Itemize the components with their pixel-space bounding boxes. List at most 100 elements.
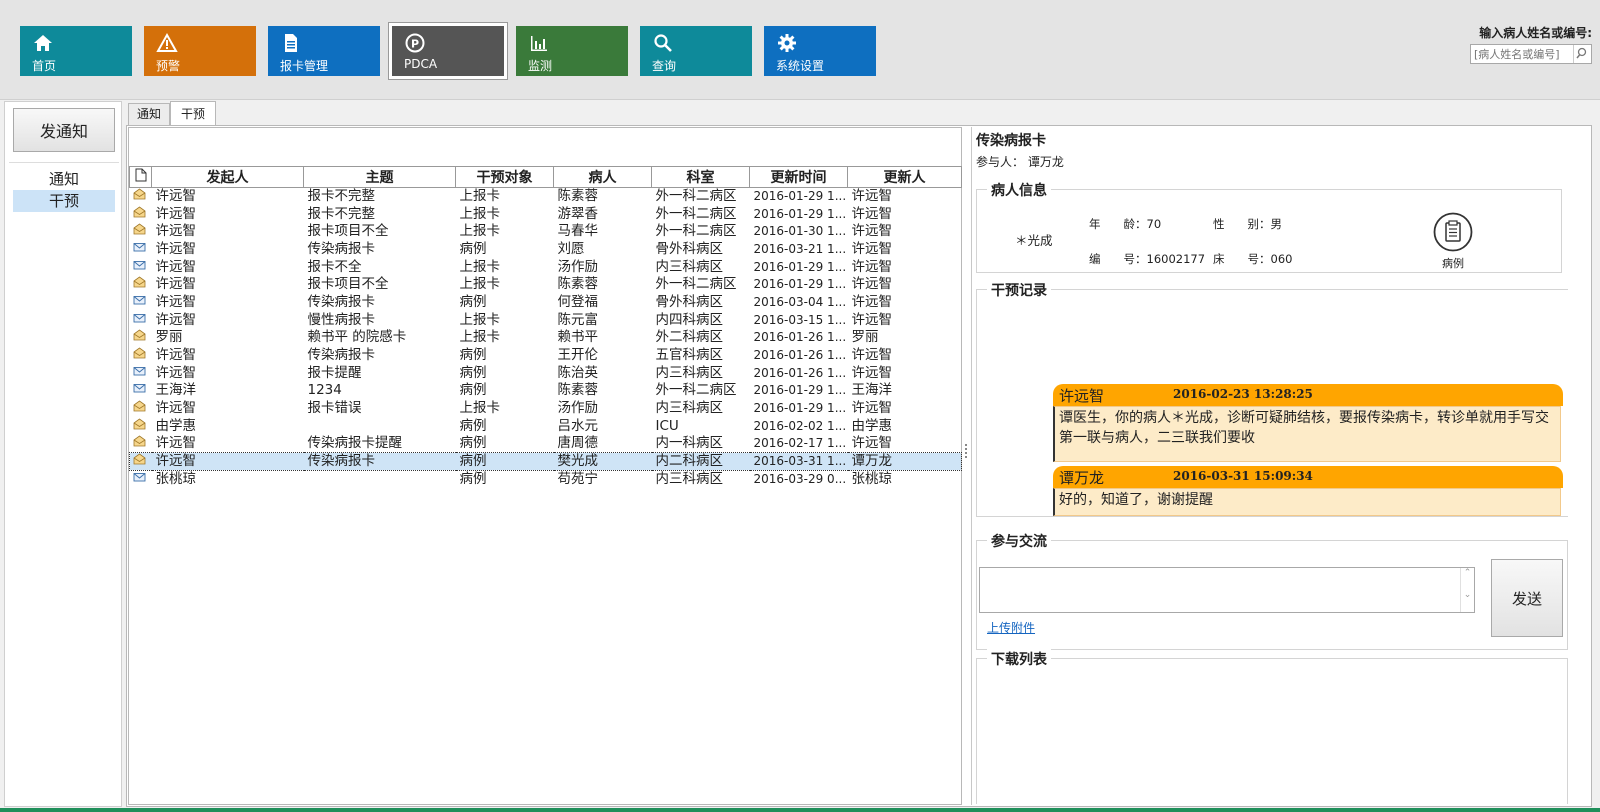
message-input[interactable]: ⌃ ⌄ (979, 567, 1475, 613)
intervention-record-title: 干预记录 (987, 280, 1051, 300)
table-row[interactable]: 许远智 传染病报卡提醒 病例 唐周德 内一科病区 2016-02-17 1... 许远智 (130, 435, 962, 453)
envelope-open-icon (133, 206, 145, 217)
table-row[interactable]: 许远智 报卡错误 上报卡 汤作励 内三科病区 2016-01-29 1... 许远智 (130, 400, 962, 418)
cell-status-icon (130, 364, 152, 382)
column-header-sender[interactable]: 发起人 (151, 166, 304, 188)
message-body: 好的，知道了，谢谢提醒 (1053, 488, 1561, 516)
cell-update-time: 2016-01-29 1... (753, 189, 847, 204)
cell-updater: 由学惠 (851, 417, 893, 434)
cell-sender: 许远智 (155, 400, 197, 417)
cell-subject: 传染病报卡 (307, 293, 376, 310)
send-notice-button[interactable]: 发通知 (13, 108, 115, 152)
table-row[interactable]: 罗丽 赖书平 的院感卡 上报卡 赖书平 外二科病区 2016-01-26 1... 罗丽 (130, 329, 962, 347)
cell-patient: 赖书平 (557, 329, 599, 346)
header-doc-icon-cell[interactable] (129, 166, 152, 188)
cell-target: 上报卡 (459, 311, 501, 328)
detail-title: 传染病报卡 (976, 133, 1046, 149)
table-row[interactable]: 许远智 传染病报卡 病例 王开伦 五官科病区 2016-01-26 1... 许远智 (130, 347, 962, 365)
table-row[interactable]: 许远智 慢性病报卡 上报卡 陈元富 内四科病区 2016-03-15 1... 许远智 (130, 311, 962, 329)
nav-tile-warning[interactable]: 预警 (144, 26, 256, 76)
cell-status-icon (129, 452, 152, 472)
cell-department: 内三科病区 (655, 400, 724, 417)
envelope-open-icon (133, 418, 145, 430)
cell-status-icon (130, 400, 152, 418)
panel-splitter[interactable] (965, 444, 969, 458)
column-header-patient[interactable]: 病人 (553, 166, 652, 188)
cell-target: 上报卡 (459, 205, 501, 222)
cell-status-icon (130, 329, 152, 347)
table-row[interactable]: 许远智 报卡提醒 病例 陈治英 内三科病区 2016-01-26 1... 许远智 (130, 364, 962, 382)
table-row[interactable]: 许远智 传染病报卡 病例 樊光成 内二科病区 2016-03-31 1... 谭万龙 (129, 452, 962, 472)
cell-sender: 许远智 (155, 205, 197, 222)
table-row[interactable]: 王海洋 1234 病例 陈素蓉 外一科二病区 2016-01-29 1... 王海洋 (130, 382, 962, 400)
tab-intervention[interactable]: 干预 (170, 101, 216, 125)
table-row[interactable]: 许远智 报卡项目不全 上报卡 马春华 外一科二病区 2016-01-30 1... 许远智 (130, 223, 962, 241)
message-author: 许远智 (1059, 387, 1105, 405)
nav-tile-report-card[interactable]: 报卡管理 (268, 26, 380, 76)
column-header-updater[interactable]: 更新人 (847, 166, 962, 188)
envelope-icon (133, 260, 145, 270)
nav-tile-settings[interactable]: 系统设置 (764, 26, 876, 76)
cell-update-time: 2016-01-26 1... (753, 348, 847, 363)
cell-department: 五官科病区 (655, 347, 724, 364)
sidebar-item-notice[interactable]: 通知 (13, 168, 115, 190)
table-row[interactable]: 张桃琼 病例 苟苑宁 内三科病区 2016-03-29 0... 张桃琼 (130, 471, 962, 489)
cell-updater: 许远智 (851, 223, 893, 240)
cell-subject: 报卡不完整 (307, 188, 376, 205)
cell-target: 病例 (459, 382, 487, 399)
table-row[interactable]: 由学惠 病例 吕水元 ICU 2016-02-02 1... 由学惠 (130, 417, 962, 435)
message-input-scrollbar[interactable]: ⌃ ⌄ (1460, 568, 1474, 612)
table-row[interactable]: 许远智 报卡不完整 上报卡 陈素蓉 外一科二病区 2016-01-29 1... 许远智 (130, 188, 962, 206)
top-toolbar: 首页 预警 报卡管理 P PDCA 监测 查询 系统设置 输入病人姓名或编号: (0, 0, 1600, 100)
nav-tile-monitor[interactable]: 监测 (516, 26, 628, 76)
column-header-department[interactable]: 科室 (651, 166, 750, 188)
column-header-subject[interactable]: 主题 (303, 166, 456, 188)
envelope-icon (133, 384, 145, 393)
cell-updater: 谭万龙 (847, 452, 962, 472)
patient-search-input[interactable] (1471, 45, 1571, 63)
medical-record-button[interactable]: 病例 (1433, 212, 1473, 272)
cell-department: 外二科病区 (655, 329, 724, 346)
column-header-target[interactable]: 干预对象 (455, 166, 554, 188)
cell-update-time: 2016-03-29 0... (753, 472, 847, 487)
search-button[interactable] (1573, 45, 1591, 63)
cell-department: 骨外科病区 (655, 293, 724, 310)
cell-status-icon (130, 205, 152, 223)
send-button[interactable]: 发送 (1491, 559, 1563, 637)
column-header-update-time[interactable]: 更新时间 (749, 166, 848, 188)
cell-patient: 刘愿 (557, 240, 585, 257)
cell-patient: 樊光成 (553, 452, 652, 472)
cell-subject: 报卡错误 (307, 400, 362, 417)
cell-target: 病例 (455, 452, 554, 472)
table-row[interactable]: 许远智 报卡不完整 上报卡 游翠香 外一科二病区 2016-01-29 1... 许远智 (130, 205, 962, 223)
nav-tile-query[interactable]: 查询 (640, 26, 752, 76)
cell-target: 上报卡 (459, 188, 501, 205)
cell-sender: 许远智 (155, 188, 197, 205)
table-row[interactable]: 许远智 传染病报卡 病例 何登福 骨外科病区 2016-03-04 1... 许远智 (130, 294, 962, 312)
cell-status-icon (130, 188, 152, 206)
cell-sender: 罗丽 (155, 329, 183, 346)
cell-update-time: 2016-03-21 1... (753, 241, 847, 256)
cell-update-time: 2016-01-26 1... (753, 330, 847, 345)
table-row[interactable]: 许远智 报卡不全 上报卡 汤作励 内三科病区 2016-01-29 1... 许远智 (130, 258, 962, 276)
cell-updater: 许远智 (851, 258, 893, 275)
cell-status-icon (130, 347, 152, 365)
tab-notice[interactable]: 通知 (128, 103, 170, 125)
nav-tile-home[interactable]: 首页 (20, 26, 132, 76)
cell-update-time: 2016-02-02 1... (753, 418, 847, 433)
cell-patient: 陈素蓉 (557, 188, 599, 205)
content-area: 通知 干预 发起人 主题 干预对象 病人 科室 更新时间 更新人 许远智 报卡不… (124, 101, 1594, 807)
cell-updater: 许远智 (851, 400, 893, 417)
cell-status-icon (130, 223, 152, 241)
upload-attachment-link[interactable]: 上传附件 (987, 619, 1035, 636)
cell-subject: 传染病报卡提醒 (307, 435, 403, 452)
sidebar-item-intervention[interactable]: 干预 (13, 190, 115, 212)
table-row[interactable]: 许远智 报卡项目不全 上报卡 陈素蓉 外一科二病区 2016-01-29 1... 许远智 (130, 276, 962, 294)
envelope-icon (133, 296, 145, 305)
cell-department: 内三科病区 (655, 258, 724, 275)
table-row[interactable]: 许远智 传染病报卡 病例 刘愿 骨外科病区 2016-03-21 1... 许远智 (130, 241, 962, 259)
cell-update-time: 2016-02-17 1... (753, 436, 847, 451)
cell-patient: 马春华 (557, 223, 599, 240)
nav-tile-pdca[interactable]: P PDCA (392, 26, 504, 76)
nav-tile-label: 预警 (156, 59, 181, 73)
